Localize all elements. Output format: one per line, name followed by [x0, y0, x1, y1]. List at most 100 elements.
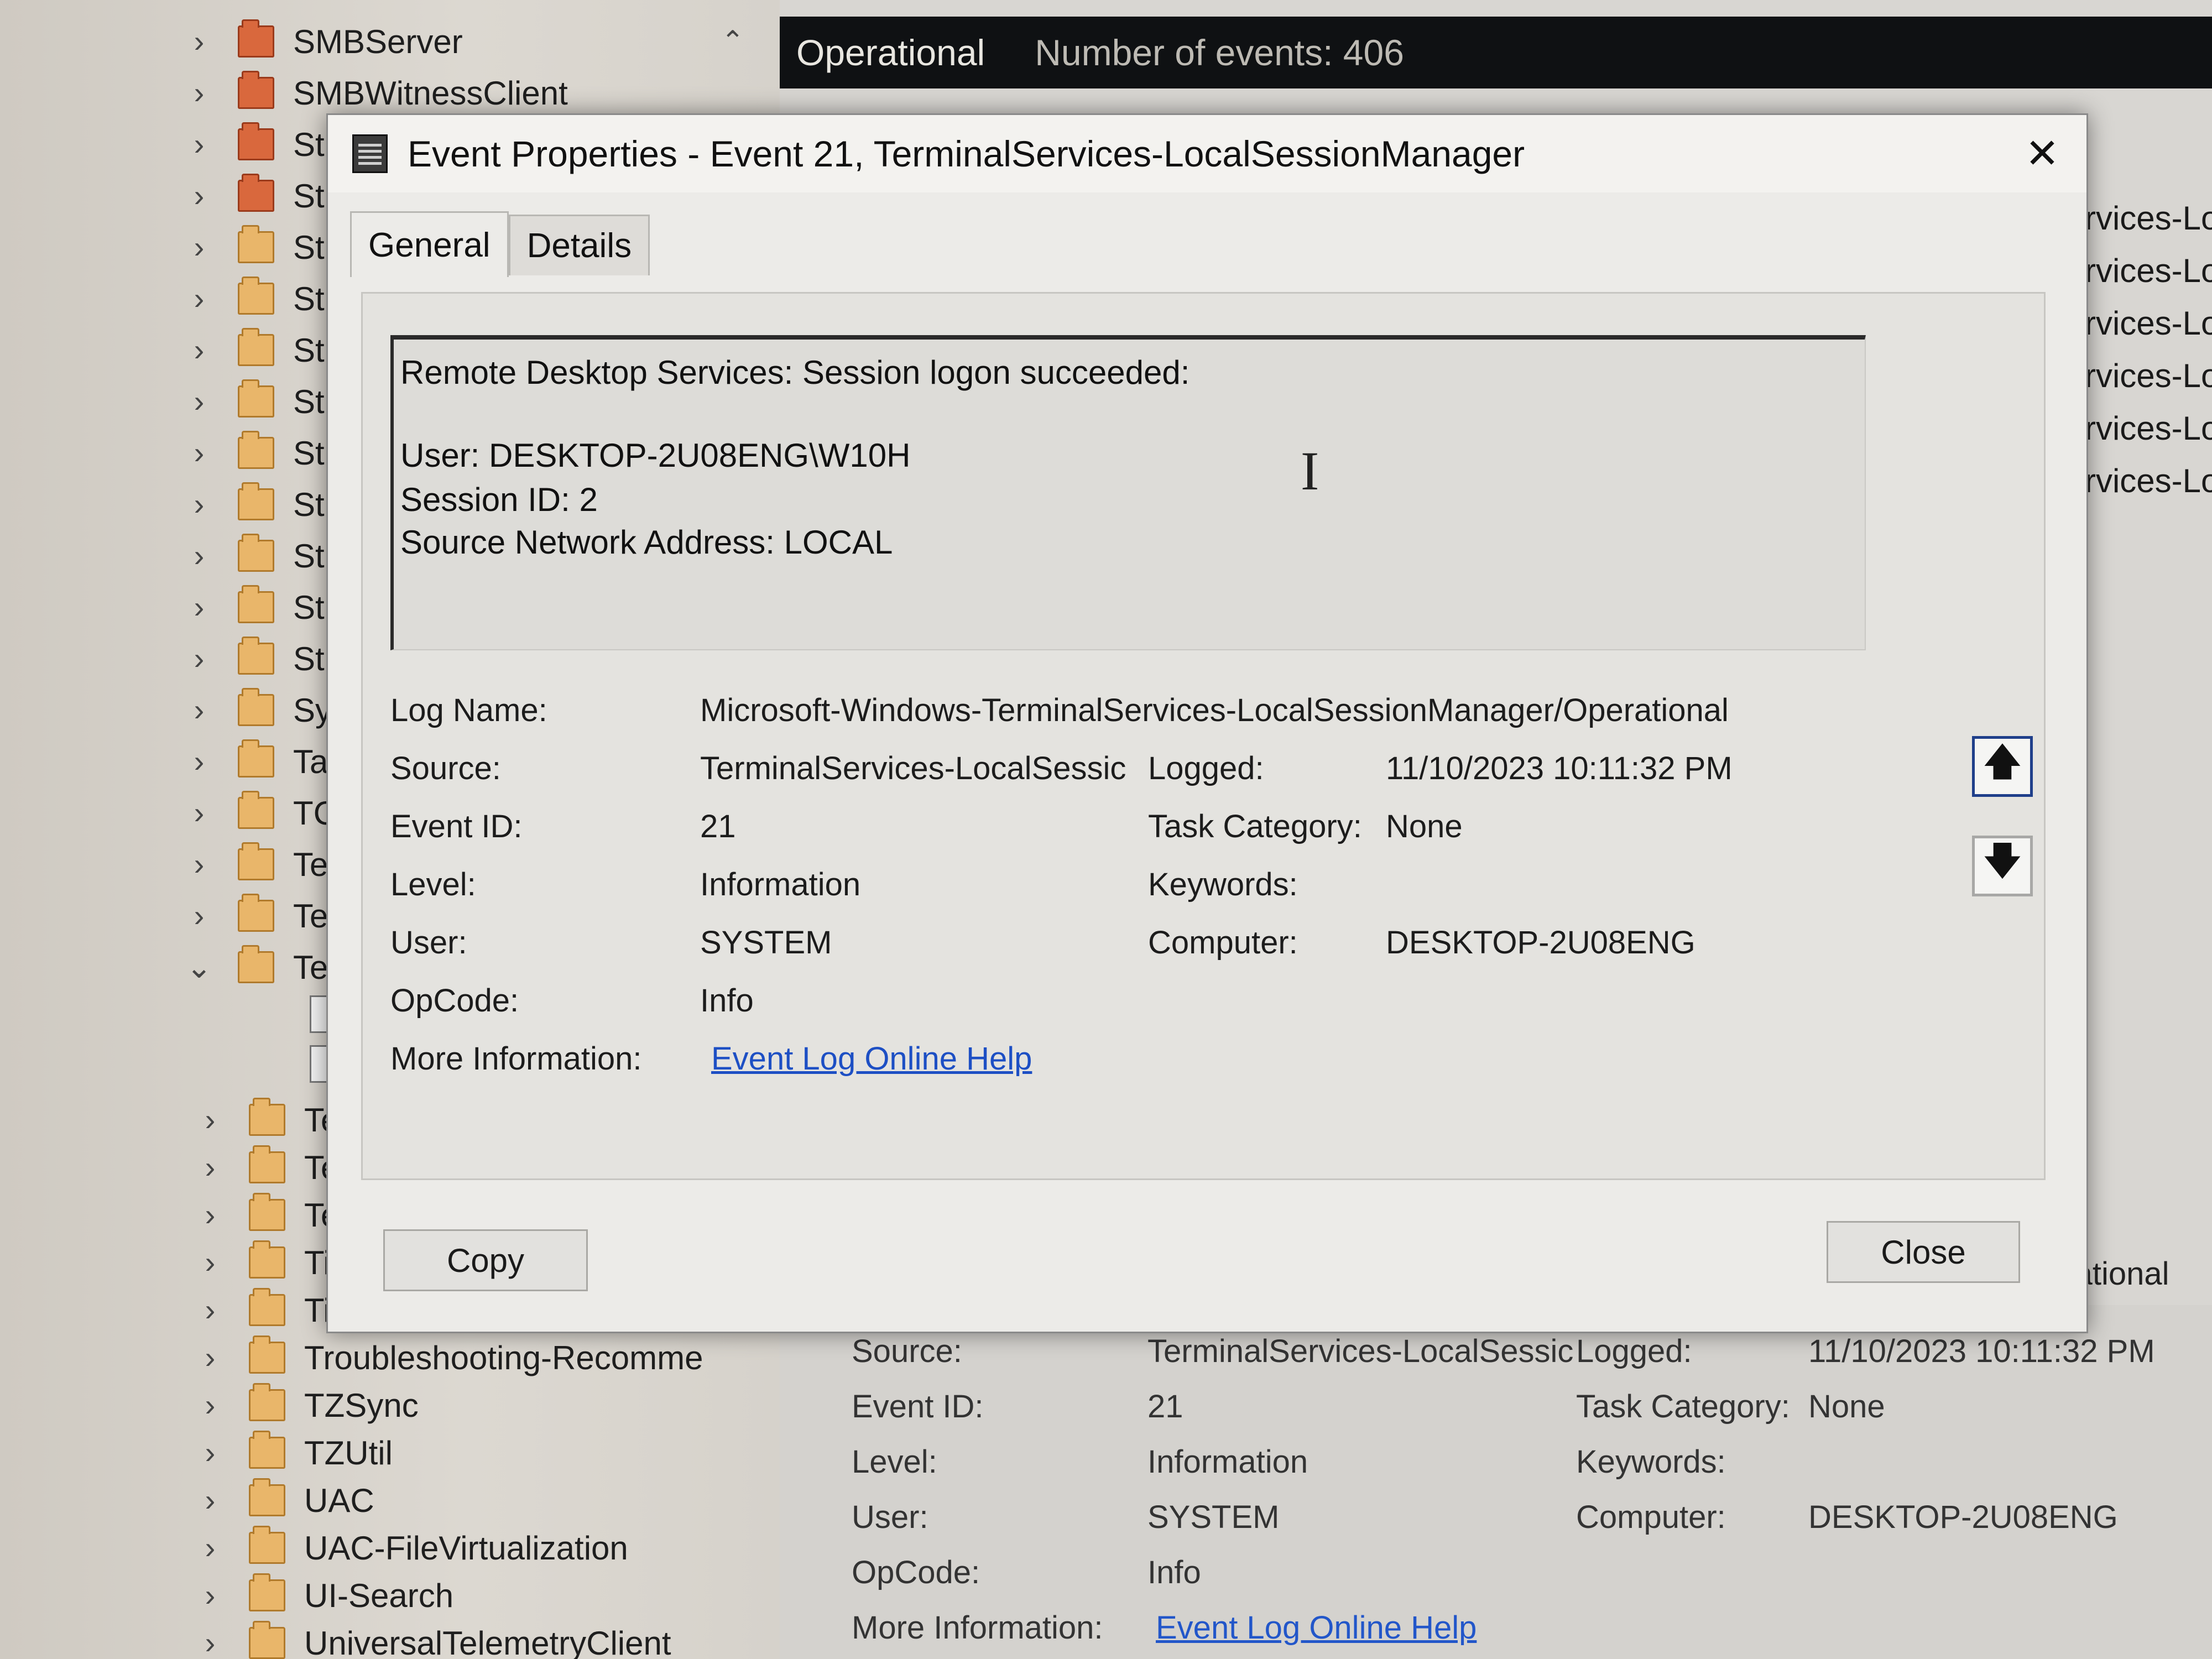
chevron-right-icon[interactable]: › — [182, 489, 216, 520]
chevron-right-icon[interactable]: › — [194, 1247, 227, 1278]
chevron-right-icon[interactable]: › — [182, 746, 216, 777]
bg-user-label: User: — [852, 1499, 928, 1535]
chevron-right-icon[interactable]: › — [182, 232, 216, 263]
tree-item[interactable]: › UAC — [194, 1475, 374, 1525]
tree-item-label: SMBServer — [293, 23, 463, 60]
tree-item[interactable]: › Sy — [182, 685, 332, 735]
chevron-right-icon[interactable]: › — [182, 797, 216, 828]
list-item[interactable]: rvices-Lo — [2085, 462, 2212, 500]
chevron-right-icon[interactable]: › — [182, 437, 216, 468]
bg-task-label: Task Category: — [1576, 1389, 1790, 1425]
list-item[interactable]: rvices-Lo — [2085, 199, 2212, 237]
chevron-down-icon[interactable]: ⌄ — [182, 952, 216, 983]
tree-item[interactable]: › St — [182, 479, 325, 529]
chevron-right-icon[interactable]: › — [182, 540, 216, 571]
tree-item[interactable]: › St — [182, 222, 325, 272]
list-item[interactable]: rvices-Lo — [2085, 409, 2212, 447]
chevron-right-icon[interactable]: › — [182, 900, 216, 931]
tree-item[interactable]: › St — [182, 325, 325, 375]
tree-item[interactable]: › SMBServer — [182, 17, 463, 66]
tree-item[interactable]: › Ta — [182, 737, 328, 786]
tree-item[interactable]: › St — [182, 634, 325, 684]
tree-item[interactable]: › Troubleshooting-Recomme — [194, 1333, 703, 1383]
dialog-titlebar[interactable]: Event Properties - Event 21, TerminalSer… — [328, 115, 2086, 192]
bg-computer-label: Computer: — [1576, 1499, 1726, 1535]
bg-logged-label: Logged: — [1576, 1333, 1692, 1369]
chevron-right-icon[interactable]: › — [194, 1342, 227, 1373]
bg-help-link-text[interactable]: Event Log Online Help — [1156, 1610, 1477, 1646]
chevron-right-icon[interactable]: › — [194, 1295, 227, 1326]
list-item[interactable]: rvices-Lo — [2085, 252, 2212, 290]
event-description-box[interactable]: Remote Desktop Services: Session logon s… — [390, 335, 1866, 650]
bg-source-value: TerminalServices-LocalSessic — [1147, 1333, 1574, 1369]
chevron-right-icon[interactable]: › — [182, 592, 216, 623]
tree-item[interactable]: › TZUtil — [194, 1428, 393, 1478]
folder-icon — [238, 276, 274, 315]
chevron-right-icon[interactable]: › — [194, 1152, 227, 1183]
chevron-right-icon[interactable]: › — [182, 335, 216, 366]
chevron-right-icon[interactable]: › — [194, 1532, 227, 1563]
online-help-link[interactable]: Event Log Online Help — [711, 1040, 1032, 1077]
chevron-right-icon[interactable]: › — [182, 77, 216, 108]
tree-item[interactable]: › Te — [182, 891, 328, 941]
tree-item[interactable]: ⌄ Te — [182, 942, 328, 992]
chevron-right-icon[interactable]: › — [182, 643, 216, 674]
tree-item[interactable]: › Ti — [194, 1238, 331, 1287]
tree-item-label: St — [293, 537, 325, 575]
next-event-button[interactable]: 🡇 — [1972, 836, 2033, 896]
tab-details[interactable]: Details — [508, 215, 650, 275]
tree-item[interactable]: › Te — [194, 1190, 339, 1240]
list-item[interactable]: rvices-Lo — [2085, 357, 2212, 395]
tree-item-label: UAC-FileVirtualization — [304, 1529, 628, 1567]
tree-item[interactable]: › St — [182, 377, 325, 426]
chevron-right-icon[interactable]: › — [182, 129, 216, 160]
tree-item[interactable]: › St — [182, 582, 325, 632]
tree-item[interactable]: › UAC-FileVirtualization — [194, 1523, 628, 1573]
bg-level-value: Information — [1147, 1444, 1308, 1480]
general-tab-panel: Remote Desktop Services: Session logon s… — [361, 292, 2046, 1180]
tree-item[interactable]: › Te — [182, 839, 328, 889]
tree-item[interactable]: › Ti — [194, 1285, 331, 1335]
tab-general[interactable]: General — [350, 211, 509, 277]
list-item[interactable]: rvices-Lo — [2085, 304, 2212, 342]
chevron-right-icon[interactable]: › — [194, 1485, 227, 1516]
event-count: Number of events: 406 — [1035, 32, 1404, 73]
chevron-right-icon[interactable]: › — [194, 1104, 227, 1135]
tree-item[interactable]: › UI-Search — [194, 1571, 453, 1620]
previous-event-button[interactable]: 🡅 — [1972, 736, 2033, 797]
tree-item[interactable]: › Te — [194, 1142, 339, 1192]
chevron-right-icon[interactable]: › — [182, 386, 216, 417]
chevron-right-icon[interactable]: › — [182, 695, 216, 726]
tree-item[interactable]: › UniversalTelemetryClient — [194, 1618, 671, 1659]
tree-item[interactable]: › St — [182, 531, 325, 581]
tree-item[interactable]: › TZSync — [194, 1380, 419, 1430]
tree-item-label: UI-Search — [304, 1577, 454, 1614]
tree-item[interactable]: › TC — [182, 788, 337, 838]
log-title: Operational — [796, 32, 985, 73]
tree-item[interactable]: › Te — [194, 1095, 339, 1145]
tree-item-label: UAC — [304, 1481, 374, 1519]
tree-item[interactable]: › St — [182, 428, 325, 478]
chevron-right-icon[interactable]: › — [182, 849, 216, 880]
description-line: Remote Desktop Services: Session logon s… — [400, 354, 1190, 391]
close-icon[interactable]: ✕ — [2020, 132, 2064, 176]
tree-item[interactable]: › SMBWitnessClient — [182, 68, 568, 118]
close-button[interactable]: Close — [1827, 1221, 2020, 1283]
tree-item[interactable]: › St — [182, 119, 325, 169]
bg-help-link[interactable]: Event Log Online Help — [1156, 1609, 1477, 1646]
chevron-right-icon[interactable]: › — [194, 1627, 227, 1658]
computer-label: Computer: — [1148, 925, 1298, 961]
chevron-right-icon[interactable]: › — [194, 1437, 227, 1468]
chevron-right-icon[interactable]: › — [182, 26, 216, 57]
logged-label: Logged: — [1148, 750, 1264, 786]
tree-item-label: TZSync — [304, 1386, 419, 1424]
chevron-right-icon[interactable]: › — [182, 283, 216, 314]
tree-scroll-up-icon[interactable]: ⌃ — [713, 25, 752, 64]
tree-item[interactable]: › St — [182, 274, 325, 324]
chevron-right-icon[interactable]: › — [194, 1390, 227, 1421]
chevron-right-icon[interactable]: › — [194, 1580, 227, 1611]
tree-item[interactable]: › St — [182, 171, 325, 221]
copy-button[interactable]: Copy — [383, 1229, 588, 1291]
chevron-right-icon[interactable]: › — [182, 180, 216, 211]
chevron-right-icon[interactable]: › — [194, 1199, 227, 1230]
